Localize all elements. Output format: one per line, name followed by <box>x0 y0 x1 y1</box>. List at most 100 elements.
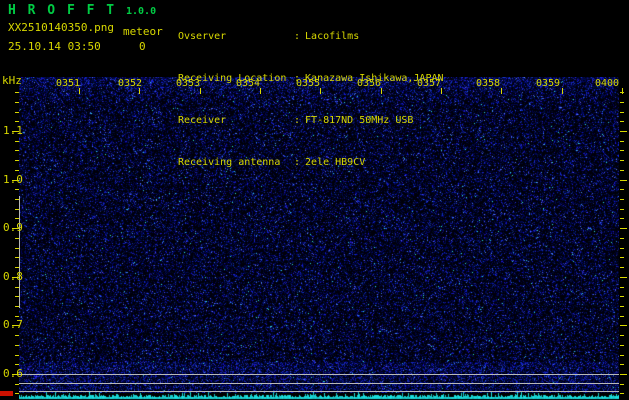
axis-tick <box>620 180 627 181</box>
axis-tick <box>15 248 19 249</box>
axis-tick <box>15 121 19 122</box>
meteor-count: 0 <box>139 40 146 53</box>
axis-tick <box>15 316 19 317</box>
app-version: 1.0.0 <box>126 6 157 17</box>
axis-tick <box>15 257 19 258</box>
freq-tick-label: 0.6 <box>3 367 23 380</box>
time-tick-label: 0352 <box>117 78 143 89</box>
level-strip-red-marker <box>0 391 13 396</box>
axis-tick <box>15 141 19 142</box>
freq-tick-label: 0.7 <box>3 318 23 331</box>
axis-tick <box>620 112 624 113</box>
axis-tick <box>15 170 19 171</box>
freq-tick-label: 0.9 <box>3 221 23 234</box>
axis-tick <box>15 267 19 268</box>
axis-tick <box>620 248 624 249</box>
info-separator: : <box>294 115 301 126</box>
axis-tick <box>620 141 624 142</box>
axis-tick <box>620 199 624 200</box>
axis-tick <box>15 209 19 210</box>
axis-tick <box>15 112 19 113</box>
axis-tick <box>622 88 623 94</box>
axis-tick <box>620 150 624 151</box>
info-separator: : <box>294 31 301 42</box>
axis-tick <box>620 335 624 336</box>
info-separator: : <box>294 157 301 168</box>
info-label: Ovserver <box>178 31 227 42</box>
axis-tick <box>15 287 19 288</box>
axis-tick <box>620 102 624 103</box>
app-title: H R O F F T <box>8 3 117 18</box>
time-tick-label: 0357 <box>416 78 442 89</box>
axis-tick <box>620 121 624 122</box>
station-info: Ovserver: Lacofilms Receiving Location: Ka… <box>178 2 444 198</box>
axis-tick <box>620 316 624 317</box>
axis-tick <box>501 88 502 94</box>
axis-tick <box>562 88 563 94</box>
axis-tick <box>620 306 624 307</box>
band-marker-line <box>19 374 619 375</box>
axis-tick <box>15 384 19 385</box>
axis-tick <box>15 218 19 219</box>
axis-tick <box>15 296 19 297</box>
band-marker-line <box>19 383 619 384</box>
time-tick-label: 0358 <box>475 78 501 89</box>
axis-tick <box>15 238 19 239</box>
axis-tick <box>620 355 624 356</box>
axis-tick <box>620 189 624 190</box>
observation-datetime: 25.10.14 03:50 <box>8 40 101 53</box>
axis-tick <box>15 189 19 190</box>
axis-tick <box>620 277 627 278</box>
info-value: FT-817ND 50MHz USB <box>305 115 414 126</box>
freq-tick-label: 1.0 <box>3 173 23 186</box>
time-tick-label: 0353 <box>175 78 201 89</box>
hrofft-screen: H R O F F T 1.0.0 XX2510140350.png meteo… <box>0 0 629 400</box>
time-tick-label: 0355 <box>295 78 321 89</box>
info-label: Receiver <box>178 115 227 126</box>
info-label: Receiving antenna <box>178 157 281 168</box>
axis-tick <box>15 199 19 200</box>
time-tick-label: 0359 <box>535 78 561 89</box>
axis-tick <box>15 92 19 93</box>
axis-tick <box>620 238 624 239</box>
freq-tick-label: 0.8 <box>3 270 23 283</box>
info-row-observer: Ovserver: Lacofilms <box>178 30 444 44</box>
axis-tick <box>620 92 624 93</box>
axis-tick <box>15 364 19 365</box>
time-tick-label: 0356 <box>356 78 382 89</box>
axis-tick <box>620 170 624 171</box>
axis-tick <box>15 306 19 307</box>
time-tick-label: 0400 <box>594 78 620 89</box>
axis-tick <box>620 287 624 288</box>
left-calibration-line <box>19 196 20 308</box>
band-marker-line <box>19 391 619 392</box>
axis-tick <box>15 335 19 336</box>
freq-tick-label: 1.1 <box>3 124 23 137</box>
axis-tick <box>15 345 19 346</box>
axis-tick <box>620 384 624 385</box>
axis-tick <box>620 364 624 365</box>
info-value: 2ele HB9CV <box>305 157 366 168</box>
axis-tick <box>620 160 624 161</box>
axis-tick <box>620 296 624 297</box>
axis-tick <box>620 131 627 132</box>
axis-tick <box>620 218 624 219</box>
axis-tick <box>620 257 624 258</box>
output-filename: XX2510140350.png <box>8 21 114 34</box>
axis-tick <box>620 374 627 375</box>
info-value: Lacofilms <box>305 31 360 42</box>
axis-tick <box>620 267 624 268</box>
axis-tick <box>15 160 19 161</box>
axis-tick <box>620 228 627 229</box>
info-row-receiver: Receiver: FT-817ND 50MHz USB <box>178 114 444 128</box>
axis-tick <box>15 150 19 151</box>
time-tick-label: 0354 <box>235 78 261 89</box>
mode-label: meteor <box>123 25 163 38</box>
axis-tick <box>620 325 627 326</box>
axis-tick <box>15 102 19 103</box>
axis-tick <box>620 209 624 210</box>
axis-tick <box>620 345 624 346</box>
freq-axis-unit: kHz <box>2 74 22 87</box>
time-tick-label: 0351 <box>55 78 81 89</box>
info-row-antenna: Receiving antenna:2ele HB9CV <box>178 156 444 170</box>
